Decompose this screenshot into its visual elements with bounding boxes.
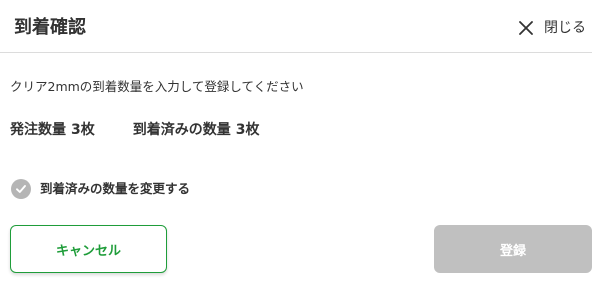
change-quantity-label: 到着済みの数量を変更する bbox=[40, 181, 191, 196]
arrived-quantity: 到着済みの数量 3枚 bbox=[133, 121, 260, 139]
cancel-button[interactable]: キャンセル bbox=[10, 225, 167, 273]
dialog-title: 到着確認 bbox=[14, 17, 86, 38]
order-quantity-label: 発注数量 bbox=[10, 122, 66, 138]
close-label: 閉じる bbox=[544, 20, 586, 36]
dialog-header: 到着確認 閉じる bbox=[0, 0, 592, 53]
close-icon bbox=[519, 21, 533, 35]
instruction-text: クリア2mmの到着数量を入力して登録してください bbox=[10, 79, 304, 94]
order-quantity-value: 3枚 bbox=[71, 122, 95, 138]
change-quantity-checkbox[interactable]: 到着済みの数量を変更する bbox=[11, 179, 190, 199]
arrived-quantity-value: 3枚 bbox=[235, 122, 260, 138]
arrived-quantity-label: 到着済みの数量 bbox=[132, 122, 231, 138]
quantity-summary: 発注数量 3枚 到着済みの数量 3枚 bbox=[10, 121, 260, 139]
order-quantity: 発注数量 3枚 bbox=[10, 121, 95, 139]
check-circle-icon[interactable] bbox=[11, 179, 31, 199]
register-button[interactable]: 登録 bbox=[434, 225, 592, 273]
arrival-confirmation-dialog: 到着確認 閉じる クリア2mmの到着数量を入力して登録してください 発注数量 3枚… bbox=[0, 0, 601, 285]
close-button[interactable]: 閉じる bbox=[519, 17, 586, 39]
